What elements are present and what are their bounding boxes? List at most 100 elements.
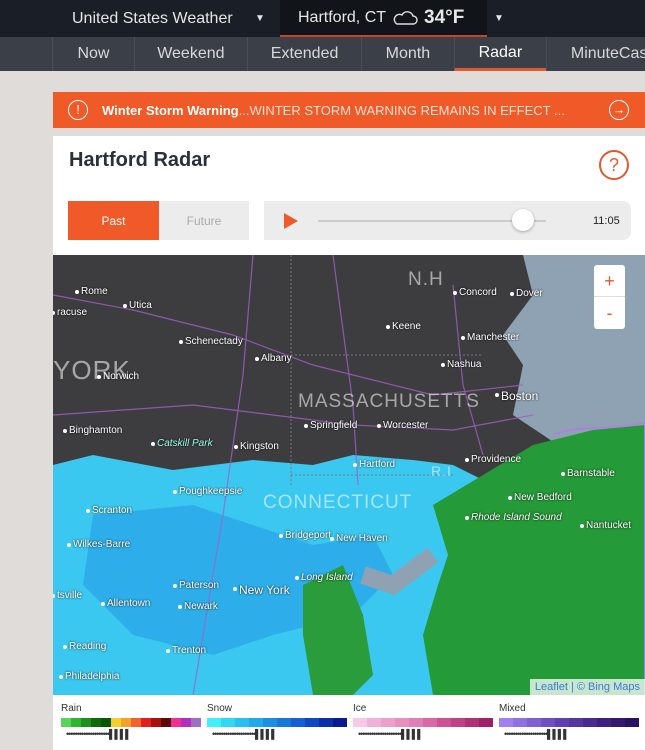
city-label: New Bedford xyxy=(508,492,572,503)
timeline-time: 11:05 xyxy=(593,215,620,227)
legend-color-scale xyxy=(207,718,347,727)
tab-now[interactable]: Now xyxy=(52,37,133,71)
city-label: Nantucket xyxy=(579,520,632,531)
legend-swatch xyxy=(437,718,451,727)
legend-swatch xyxy=(81,718,91,727)
location-selector[interactable]: Hartford, CT 34°F xyxy=(280,0,487,37)
legend-swatch xyxy=(541,718,555,727)
legend-swatch xyxy=(555,718,569,727)
legend-swatch xyxy=(597,718,611,727)
city-label: Wilkes-Barre xyxy=(66,539,131,550)
arrow-right-icon[interactable]: → xyxy=(609,100,629,120)
legend-swatch xyxy=(191,718,201,727)
tab-month[interactable]: Month xyxy=(360,37,454,71)
page-title: Hartford Radar xyxy=(69,149,211,171)
legend-swatch xyxy=(625,718,639,727)
city-label: Concord xyxy=(453,287,497,298)
legend-label: Ice xyxy=(353,703,367,714)
location-dropdown-icon[interactable]: ▼ xyxy=(494,0,504,37)
tab-extended[interactable]: Extended xyxy=(247,37,361,71)
legend-swatch xyxy=(161,718,171,727)
city-label: Paterson xyxy=(172,580,220,591)
legend-swatch xyxy=(181,718,191,727)
legend-swatch xyxy=(479,718,493,727)
city-label: Keene xyxy=(386,321,421,332)
state-label: R.I xyxy=(431,463,452,479)
legend-intensity-dots: ••••••••••••••••••••▌▌▌▌ xyxy=(358,729,424,739)
legend-swatch xyxy=(319,718,333,727)
zoom-in-button[interactable]: + xyxy=(594,265,625,297)
map-layer xyxy=(53,255,645,695)
bing-maps-link[interactable]: | © Bing Maps xyxy=(568,681,640,693)
radar-card: Hartford Radar ? Past Future 11:05 MASSA… xyxy=(53,136,645,750)
city-label: Nashua xyxy=(440,359,482,370)
legend-swatch xyxy=(451,718,465,727)
tab-radar[interactable]: Radar xyxy=(453,37,546,71)
city-label: Dover xyxy=(510,288,543,299)
radar-map[interactable]: MASSACHUSETTS CONNECTICUT YORK N.H R.I R… xyxy=(53,255,645,695)
legend-swatch xyxy=(61,718,71,727)
legend-intensity-dots: ••••••••••••••••••••▌▌▌▌ xyxy=(212,729,278,739)
city-label: Norwich xyxy=(96,371,140,382)
city-label: tsville xyxy=(53,590,83,601)
legend-swatch xyxy=(423,718,437,727)
legend-label: Mixed xyxy=(499,703,526,714)
zoom-control: + - xyxy=(594,265,625,329)
city-label: Long Island xyxy=(295,572,353,583)
tab-weekend[interactable]: Weekend xyxy=(133,37,248,71)
legend-swatch xyxy=(409,718,423,727)
site-dropdown-icon[interactable]: ▼ xyxy=(255,0,265,37)
leaflet-link[interactable]: Leaflet xyxy=(535,681,568,693)
city-label: Scranton xyxy=(85,505,133,516)
timeline-slider[interactable] xyxy=(512,209,535,231)
play-icon[interactable] xyxy=(284,213,298,229)
legend-swatch xyxy=(277,718,291,727)
city-label: Poughkeepsie xyxy=(172,486,243,497)
state-label: CONNECTICUT xyxy=(263,492,413,513)
winter-storm-alert[interactable]: ! Winter Storm Warning ...WINTER STORM W… xyxy=(53,92,645,128)
legend-swatch xyxy=(221,718,235,727)
city-label: Newark xyxy=(178,601,218,612)
legend-color-scale xyxy=(61,718,201,727)
legend-label: Snow xyxy=(207,703,233,714)
cloud-icon xyxy=(393,10,418,25)
city-label: New York xyxy=(233,583,290,597)
city-label: Manchester xyxy=(460,332,520,343)
legend-swatch xyxy=(499,718,513,727)
legend-swatch xyxy=(151,718,161,727)
zoom-out-button[interactable]: - xyxy=(594,297,625,329)
help-icon[interactable]: ? xyxy=(599,150,629,180)
city-label: Barnstable xyxy=(561,468,615,479)
city-label: Philadelphia xyxy=(59,671,120,682)
past-button[interactable]: Past xyxy=(68,201,159,240)
nav-tabs: Now Weekend Extended Month Radar MinuteC… xyxy=(0,37,645,71)
legend-swatch xyxy=(207,718,221,727)
city-label: Schenectady xyxy=(179,336,243,347)
legend-ice: Ice ••••••••••••••••••••▌▌▌▌ xyxy=(353,703,493,739)
legend-swatch xyxy=(101,718,111,727)
city-label: Catskill Park xyxy=(151,438,213,449)
legend-swatch xyxy=(141,718,151,727)
city-label: New Haven xyxy=(330,533,388,544)
alert-title: Winter Storm Warning xyxy=(102,102,239,118)
legend-intensity-dots: ••••••••••••••••••••▌▌▌▌ xyxy=(504,729,570,739)
legend-swatch xyxy=(367,718,381,727)
legend-swatch xyxy=(583,718,597,727)
city-label: racuse xyxy=(53,307,88,318)
future-button[interactable]: Future xyxy=(159,201,249,240)
legend-swatch xyxy=(333,718,347,727)
city-label: Worcester xyxy=(376,420,429,431)
city-label: Providence xyxy=(464,454,522,465)
city-label: Utica xyxy=(123,300,152,311)
legend-swatch xyxy=(71,718,81,727)
city-label: Springfield xyxy=(303,420,358,431)
legend-swatch xyxy=(291,718,305,727)
tab-minutecast[interactable]: MinuteCast xyxy=(545,37,645,71)
city-label: Rome xyxy=(75,286,108,297)
site-title[interactable]: United States Weather xyxy=(72,0,233,37)
legend-swatch xyxy=(249,718,263,727)
legend-intensity-dots: ••••••••••••••••••••▌▌▌▌ xyxy=(66,729,132,739)
legend-mixed: Mixed ••••••••••••••••••••▌▌▌▌ xyxy=(499,703,639,739)
legend-color-scale xyxy=(353,718,493,727)
legend-swatch xyxy=(111,718,121,727)
